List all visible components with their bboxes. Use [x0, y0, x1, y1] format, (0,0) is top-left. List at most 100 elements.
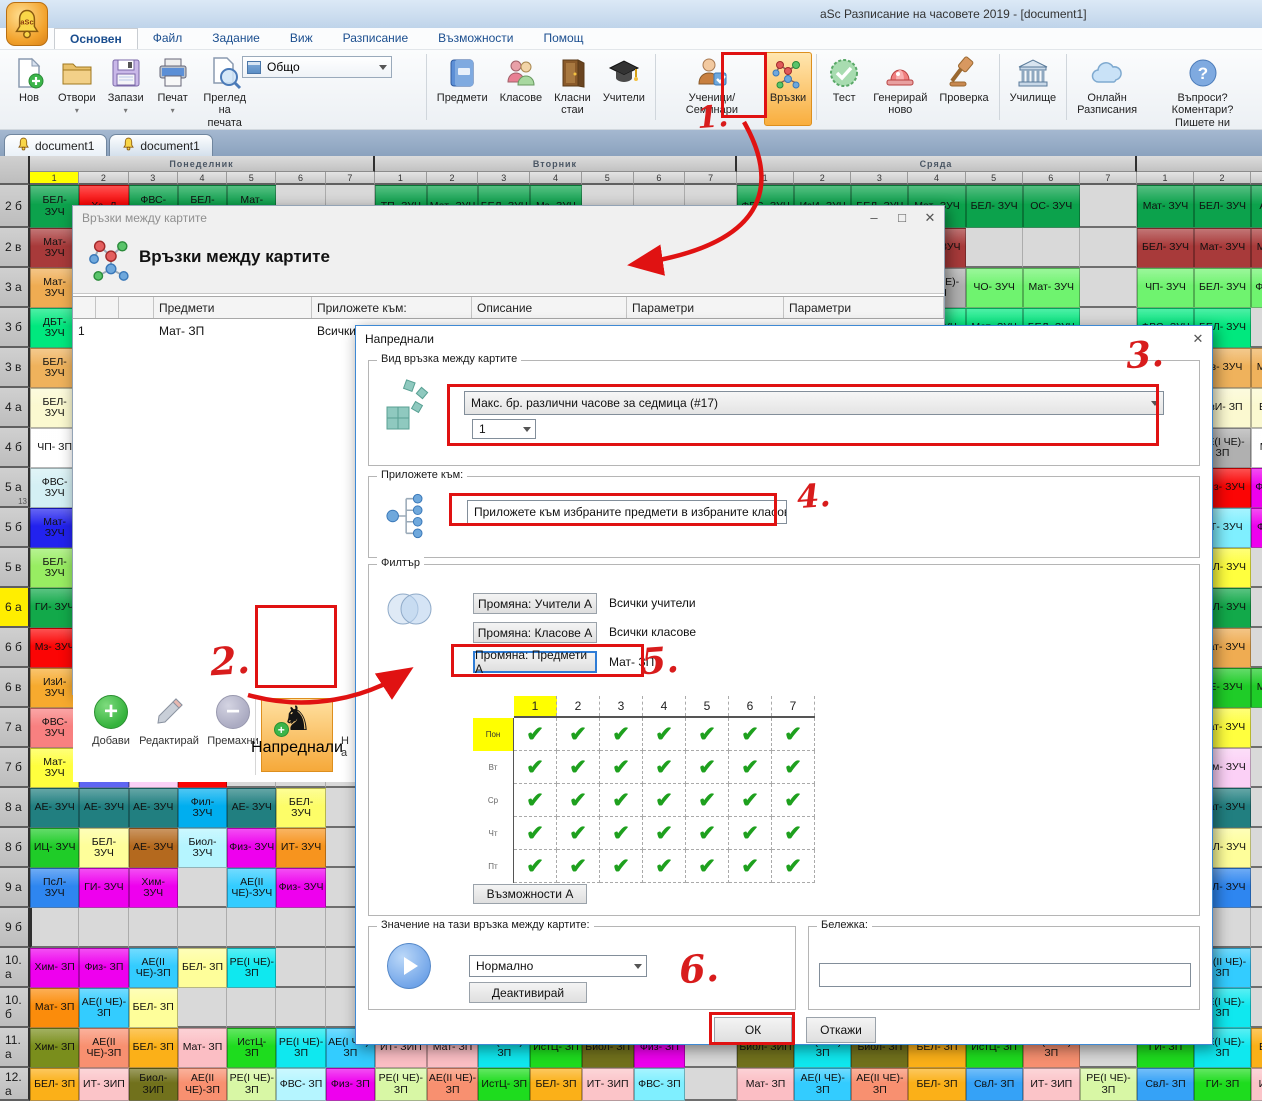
grid-check-cell[interactable]: ✔ — [557, 751, 600, 784]
ribbon-button-check[interactable]: Проверка — [933, 52, 994, 126]
row-label-5 б[interactable]: 5 б — [0, 508, 30, 548]
timetable-cell[interactable] — [227, 908, 276, 948]
note-input[interactable] — [819, 963, 1191, 987]
row-label-9 б[interactable]: 9 б — [0, 908, 30, 948]
grid-check-cell[interactable]: ✔ — [772, 817, 815, 850]
menu-item-Задание[interactable]: Задание — [197, 28, 275, 49]
lesson-card[interactable]: АЕ(I ЧЕ)-ЗП — [794, 1068, 851, 1101]
lesson-card[interactable]: РЕ(I ЧЕ)-ЗП — [1080, 1068, 1137, 1101]
lesson-card[interactable]: БЕЛ- ЗП — [129, 1028, 178, 1068]
row-label-11. а[interactable]: 11. а — [0, 1028, 30, 1068]
grid-check-cell[interactable]: ✔ — [729, 784, 772, 817]
change-classes-button[interactable]: Промяна: Класове А — [473, 622, 597, 643]
grid-check-cell[interactable]: ✔ — [557, 850, 600, 883]
dialog2-title-bar[interactable]: Напреднали ✕ — [356, 326, 1212, 352]
lesson-card[interactable]: Мат- ЗУЧ — [1194, 228, 1251, 268]
timetable-cell[interactable] — [178, 908, 227, 948]
lesson-card[interactable]: РЕ(I ЧЕ)-ЗП — [276, 1028, 325, 1068]
lesson-card[interactable]: АЕ(II ЧЕ)-ЗП — [79, 1028, 128, 1068]
timetable-cell[interactable] — [1023, 228, 1080, 268]
lesson-card[interactable]: ФВС- ЗП — [276, 1068, 325, 1101]
grid-check-cell[interactable]: ✔ — [643, 850, 686, 883]
ribbon-button-print[interactable]: Печат — [150, 52, 196, 126]
timetable-cell[interactable] — [79, 908, 128, 948]
lesson-card[interactable]: БЕЛ- ЗП — [908, 1068, 965, 1101]
grid-check-cell[interactable]: ✔ — [686, 751, 729, 784]
lesson-card[interactable]: Мат- ЗУЧ — [1251, 228, 1262, 268]
lesson-card[interactable]: Физ- ЗУЧ — [1251, 508, 1262, 548]
lesson-card[interactable]: Фил- ЗУЧ — [178, 788, 227, 828]
view-select[interactable]: Общо — [242, 56, 392, 78]
ribbon-button-teachers[interactable]: Учители — [597, 52, 651, 126]
timetable-cell[interactable] — [178, 988, 227, 1028]
row-label-2 в[interactable]: 2 в — [0, 228, 30, 268]
lesson-card[interactable]: АЕ- ЗУЧ — [129, 828, 178, 868]
lesson-card[interactable]: Мат- ЗУЧ — [1251, 668, 1262, 708]
ribbon-button-save[interactable]: Запази — [102, 52, 150, 126]
row-label-3 б[interactable]: 3 б — [0, 308, 30, 348]
timetable-cell[interactable] — [227, 988, 276, 1028]
row-label-5 а[interactable]: 5 а13 — [0, 468, 30, 508]
dialog1-title-bar[interactable]: Връзки между картите – □ ✕ — [73, 206, 944, 229]
timetable-cell[interactable] — [1080, 228, 1137, 268]
menu-item-Виж[interactable]: Виж — [275, 28, 328, 49]
row-label-7 б[interactable]: 7 б — [0, 748, 30, 788]
row-label-4 а[interactable]: 4 а — [0, 388, 30, 428]
row-label-2 б[interactable]: 2 б — [0, 185, 30, 228]
lesson-card[interactable]: БЕЛ- ЗП — [530, 1068, 582, 1101]
lesson-card[interactable]: Биол- ЗИП — [129, 1068, 178, 1101]
lesson-card[interactable]: ИТ- ЗИП — [1251, 1068, 1262, 1101]
lesson-card[interactable]: Физ- ЗУЧ — [276, 868, 325, 908]
timetable-cell[interactable] — [1251, 828, 1262, 868]
grid-check-cell[interactable]: ✔ — [600, 718, 643, 751]
lesson-card[interactable]: ГИ- ЗП — [1194, 1068, 1251, 1101]
row-label-10. б[interactable]: 10. б — [0, 988, 30, 1028]
timetable-cell[interactable] — [685, 1068, 737, 1101]
grid-check-cell[interactable]: ✔ — [643, 784, 686, 817]
lesson-card[interactable]: АЕ(II ЧЕ)-ЗП — [129, 948, 178, 988]
grid-check-cell[interactable]: ✔ — [686, 718, 729, 751]
timetable-cell[interactable] — [1251, 988, 1262, 1028]
lesson-card[interactable]: АЕ- ЗУЧ — [30, 788, 79, 828]
lesson-card[interactable]: ИстЦ- ЗП — [227, 1028, 276, 1068]
timetable-cell[interactable] — [1251, 788, 1262, 828]
timetable-cell[interactable] — [1251, 868, 1262, 908]
add-link-button[interactable]: + Добави — [79, 693, 143, 747]
ribbon-button-classrooms[interactable]: Класни стаи — [548, 52, 597, 126]
grid-check-cell[interactable]: ✔ — [514, 850, 557, 883]
timetable-cell[interactable] — [1251, 948, 1262, 988]
lesson-card[interactable]: Мат- ЗП — [30, 988, 79, 1028]
edit-link-button[interactable]: Редактирай — [137, 693, 201, 747]
grid-check-cell[interactable]: ✔ — [557, 784, 600, 817]
lesson-card[interactable]: БЕЛ- ЗУЧ — [1194, 268, 1251, 308]
row-label-8 а[interactable]: 8 а — [0, 788, 30, 828]
lesson-card[interactable]: ПсЛ- ЗУЧ — [30, 868, 79, 908]
ribbon-button-test[interactable]: Тест — [821, 52, 867, 126]
lesson-card[interactable]: ОС- ЗУЧ — [1023, 185, 1080, 228]
grid-check-cell[interactable]: ✔ — [729, 751, 772, 784]
ribbon-button-classes[interactable]: Класове — [494, 52, 549, 126]
row-label-6 в[interactable]: 6 в — [0, 668, 30, 708]
deactivate-button[interactable]: Деактивирай — [469, 982, 587, 1003]
row-label-3 а[interactable]: 3 а — [0, 268, 30, 308]
lesson-card[interactable]: БЕЛ- ЗУЧ — [79, 828, 128, 868]
grid-check-cell[interactable]: ✔ — [686, 817, 729, 850]
lesson-card[interactable]: Мат- ЗП — [1251, 428, 1262, 468]
grid-check-cell[interactable]: ✔ — [729, 817, 772, 850]
menu-item-Помощ[interactable]: Помощ — [528, 28, 598, 49]
grid-check-cell[interactable]: ✔ — [600, 850, 643, 883]
lesson-card[interactable]: БЕЛ- ЗП — [1251, 1028, 1262, 1068]
cancel-button[interactable]: Откажи — [806, 1017, 876, 1043]
lesson-card[interactable]: АЕ(II ЧЕ)-ЗУЧ — [227, 868, 276, 908]
lesson-card[interactable]: БЕЛ- ЗУЧ — [1194, 185, 1251, 228]
lesson-card[interactable]: СвЛ- ЗП — [966, 1068, 1023, 1101]
close-icon[interactable]: ✕ — [1184, 329, 1212, 350]
lesson-card[interactable]: БЕЛ- ЗУЧ — [1137, 228, 1194, 268]
row-label-12. а[interactable]: 12. а — [0, 1068, 30, 1101]
close-icon[interactable]: ✕ — [916, 207, 944, 228]
row-label-7 а[interactable]: 7 а — [0, 708, 30, 748]
lesson-card[interactable]: РЕ(I ЧЕ)-ЗП — [227, 948, 276, 988]
lesson-card[interactable]: БЕЛ- ЗП — [178, 948, 227, 988]
grid-check-cell[interactable]: ✔ — [643, 751, 686, 784]
lesson-card[interactable]: АЕ- ЗУЧ — [1251, 185, 1262, 228]
